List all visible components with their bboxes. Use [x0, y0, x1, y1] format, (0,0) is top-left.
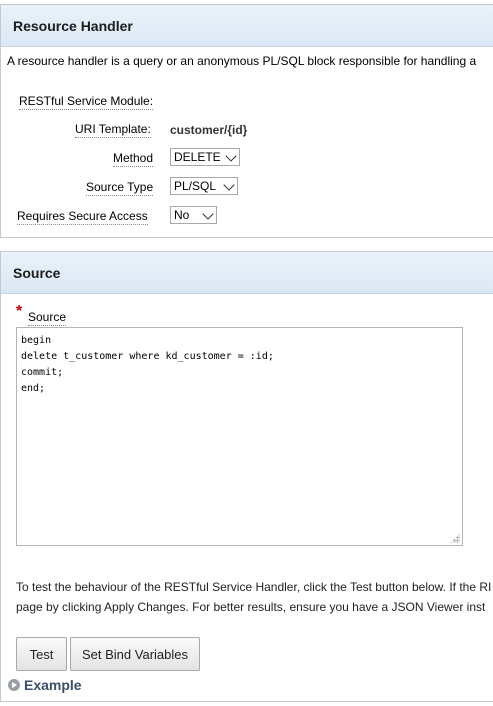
required-indicator: * — [16, 303, 23, 320]
uri-template-value: customer/{id} — [170, 123, 248, 137]
resource-handler-region: Resource Handler — [0, 4, 493, 238]
example-label: Example — [24, 677, 82, 693]
chevron-down-icon — [225, 150, 237, 162]
secure-access-select[interactable]: No — [170, 206, 217, 224]
module-label: RESTful Service Module: — [19, 94, 154, 110]
source-type-label: Source Type — [86, 180, 154, 196]
secure-access-select-value: No — [174, 208, 190, 222]
secure-access-label: Requires Secure Access — [17, 209, 148, 225]
source-code-textarea[interactable]: begin delete t_customer where kd_custome… — [16, 327, 463, 546]
help-text-line-1: To test the behaviour of the RESTful Ser… — [16, 580, 492, 594]
resource-handler-intro: A resource handler is a query or an anon… — [7, 54, 477, 68]
help-text-line-2: page by clicking Apply Changes. For bett… — [16, 600, 486, 614]
method-label: Method — [113, 151, 154, 167]
source-field-label: Source — [28, 310, 67, 326]
source-type-select-value: PL/SQL — [174, 179, 217, 193]
set-bind-variables-button[interactable]: Set Bind Variables — [70, 637, 200, 671]
uri-template-label: URI Template: — [75, 122, 151, 138]
expand-arrow-icon — [8, 679, 20, 691]
test-button[interactable]: Test — [16, 637, 67, 671]
chevron-down-icon — [223, 179, 235, 191]
chevron-down-icon — [202, 208, 214, 220]
method-select-value: DELETE — [174, 150, 221, 164]
method-select[interactable]: DELETE — [170, 148, 240, 166]
source-type-select[interactable]: PL/SQL — [170, 177, 238, 195]
source-title: Source — [1, 252, 493, 294]
resource-handler-title: Resource Handler — [1, 5, 493, 47]
example-toggle[interactable]: Example — [8, 677, 82, 693]
